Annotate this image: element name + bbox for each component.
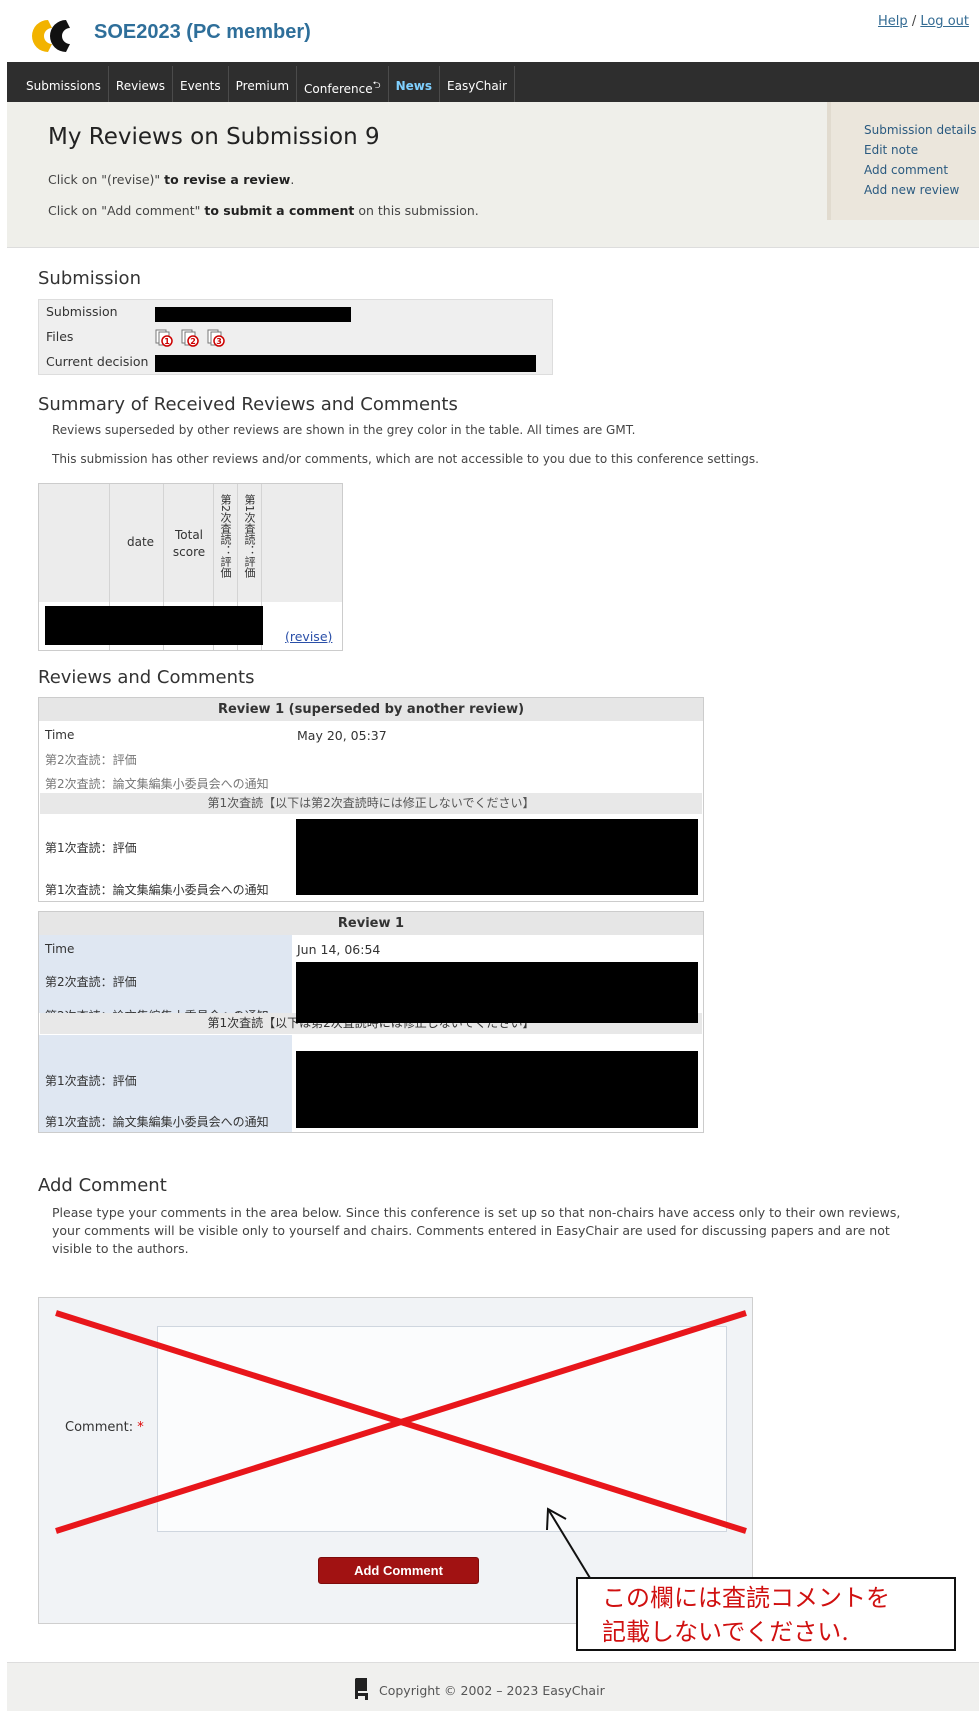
decision-row-label: Current decision — [46, 354, 149, 369]
review-title: Review 1 — [39, 912, 703, 935]
instruction-comment-b: to submit a comment — [204, 203, 355, 218]
side-link-add-new-review[interactable]: Add new review — [864, 180, 979, 200]
summary-note-access: This submission has other reviews and/or… — [52, 452, 759, 466]
eval1-label: 第1次査読：評価 — [45, 1074, 137, 1088]
app-title[interactable]: SOE2023 (PC member) — [94, 21, 311, 44]
return-arrow-icon: ⮌ — [372, 80, 381, 91]
redacted-first-review — [296, 819, 698, 895]
redacted-second-review — [296, 962, 698, 1023]
main-menu: Submissions Reviews Events Premium Confe… — [19, 66, 515, 102]
page-title: My Reviews on Submission 9 — [48, 124, 380, 150]
instruction-comment-c: on this submission. — [354, 203, 479, 218]
instruction-comment-a: Click on "Add comment" — [48, 203, 205, 218]
eval1-label: 第1次査読：評価 — [45, 841, 137, 855]
annotation-callout: この欄には査読コメントを 記載しないでください. — [576, 1577, 956, 1651]
link-separator: / — [911, 14, 917, 29]
comment-textarea[interactable] — [157, 1326, 727, 1532]
revise-link[interactable]: (revise) — [285, 629, 332, 644]
review-time-label: Time — [45, 942, 75, 956]
instruction-revise-b: to revise a review — [164, 172, 291, 187]
add-comment-form: Comment: * Add Comment — [38, 1297, 753, 1624]
reviews-heading: Reviews and Comments — [38, 667, 255, 688]
side-link-add-comment[interactable]: Add comment — [864, 160, 979, 180]
side-link-edit-note[interactable]: Edit note — [864, 140, 979, 160]
file-1-icon[interactable]: 1 — [155, 329, 173, 347]
menu-item-news[interactable]: News — [388, 66, 441, 102]
review-summary-table: date Total score 第2次査読：評価 第1次査読：評価 (revi… — [38, 483, 343, 651]
main-menu-bar: Submissions Reviews Events Premium Confe… — [7, 62, 979, 102]
redacted-first-review — [296, 1051, 698, 1128]
col-total-score-header: Total score — [172, 528, 206, 559]
comment-label-text: Comment: — [65, 1420, 134, 1435]
file-2-icon[interactable]: 2 — [181, 329, 199, 347]
eval2-label: 第2次査読：評価 — [45, 753, 137, 767]
side-menu: Submission details Edit note Add comment… — [827, 102, 979, 220]
redacted-summary-scores — [45, 606, 263, 645]
redacted-submission-title — [155, 307, 351, 322]
add-comment-heading: Add Comment — [38, 1175, 167, 1196]
side-link-submission-details[interactable]: Submission details — [864, 120, 979, 140]
menu-item-premium[interactable]: Premium — [228, 66, 298, 102]
submission-row: Submission — [39, 300, 552, 325]
instruction-revise-c: . — [290, 172, 295, 187]
notify2-label: 第2次査読：論文集編集小委員会への通知 — [45, 777, 269, 791]
file-3-icon[interactable]: 3 — [207, 329, 225, 347]
menu-item-reviews[interactable]: Reviews — [108, 66, 173, 102]
comment-label: Comment: * — [65, 1420, 144, 1435]
footer: Copyright © 2002 – 2023 EasyChair — [7, 1662, 979, 1711]
submission-row-label: Submission — [46, 304, 118, 319]
notify1-label: 第1次査読：論文集編集小委員会への通知 — [45, 883, 269, 897]
submission-heading: Submission — [38, 268, 141, 289]
notify1-label: 第1次査読：論文集編集小委員会への通知 — [45, 1115, 269, 1129]
help-link[interactable]: Help — [878, 14, 908, 29]
callout-line-2: 記載しないでください. — [602, 1618, 849, 1646]
add-comment-description: Please type your comments in the area be… — [52, 1205, 901, 1256]
review-1-superseded: Review 1 (superseded by another review) … — [38, 697, 704, 902]
top-links: Help / Log out — [878, 14, 969, 29]
logout-link[interactable]: Log out — [920, 14, 969, 29]
review-title: Review 1 (superseded by another review) — [39, 698, 703, 721]
instruction-revise: Click on "(revise)" to revise a review. — [48, 172, 294, 187]
summary-heading: Summary of Received Reviews and Comments — [38, 394, 458, 415]
copyright-text: Copyright © 2002 – 2023 EasyChair — [379, 1683, 605, 1698]
files-row-label: Files — [46, 329, 74, 344]
summary-note-grey: Reviews superseded by other reviews are … — [52, 423, 636, 437]
col-date-header: date — [127, 535, 155, 549]
menu-item-submissions[interactable]: Submissions — [19, 66, 109, 102]
file-3-number: 3 — [216, 337, 222, 346]
review-time-label: Time — [45, 728, 75, 742]
instruction-revise-a: Click on "(revise)" — [48, 172, 165, 187]
review-1-current: Review 1 Time Jun 14, 06:54 第2次査読：評価 第2次… — [38, 911, 704, 1133]
chair-icon — [355, 1678, 368, 1700]
add-comment-button[interactable]: Add Comment — [318, 1557, 479, 1584]
redacted-decision — [155, 355, 536, 372]
instruction-comment: Click on "Add comment" to submit a comme… — [48, 203, 479, 218]
decision-row: Current decision — [39, 350, 552, 375]
app-header: SOE2023 (PC member) Help / Log out — [0, 0, 979, 62]
menu-item-conference[interactable]: Conference⮌ — [297, 66, 389, 102]
menu-item-easychair[interactable]: EasyChair — [440, 66, 515, 102]
easychair-logo[interactable] — [28, 18, 82, 54]
menu-item-conference-label: Conference — [304, 82, 373, 96]
first-review-subheading: 第1次査読【以下は第2次査読時には修正しないでください】 — [40, 793, 702, 814]
submission-table: Submission Files 1 2 3 Current decision — [38, 299, 553, 375]
col-eval1-header: 第1次査読：評価 — [243, 494, 256, 578]
eval2-label: 第2次査読：評価 — [45, 975, 137, 989]
file-2-number: 2 — [190, 337, 196, 346]
review-time-value: Jun 14, 06:54 — [297, 942, 381, 957]
review-time-value: May 20, 05:37 — [297, 728, 387, 743]
files-row: Files 1 2 3 — [39, 325, 552, 350]
required-mark: * — [137, 1420, 144, 1435]
file-1-number: 1 — [164, 337, 170, 346]
menu-item-events[interactable]: Events — [172, 66, 229, 102]
col-eval2-header: 第2次査読：評価 — [219, 494, 232, 578]
callout-line-1: この欄には査読コメントを — [602, 1584, 890, 1612]
